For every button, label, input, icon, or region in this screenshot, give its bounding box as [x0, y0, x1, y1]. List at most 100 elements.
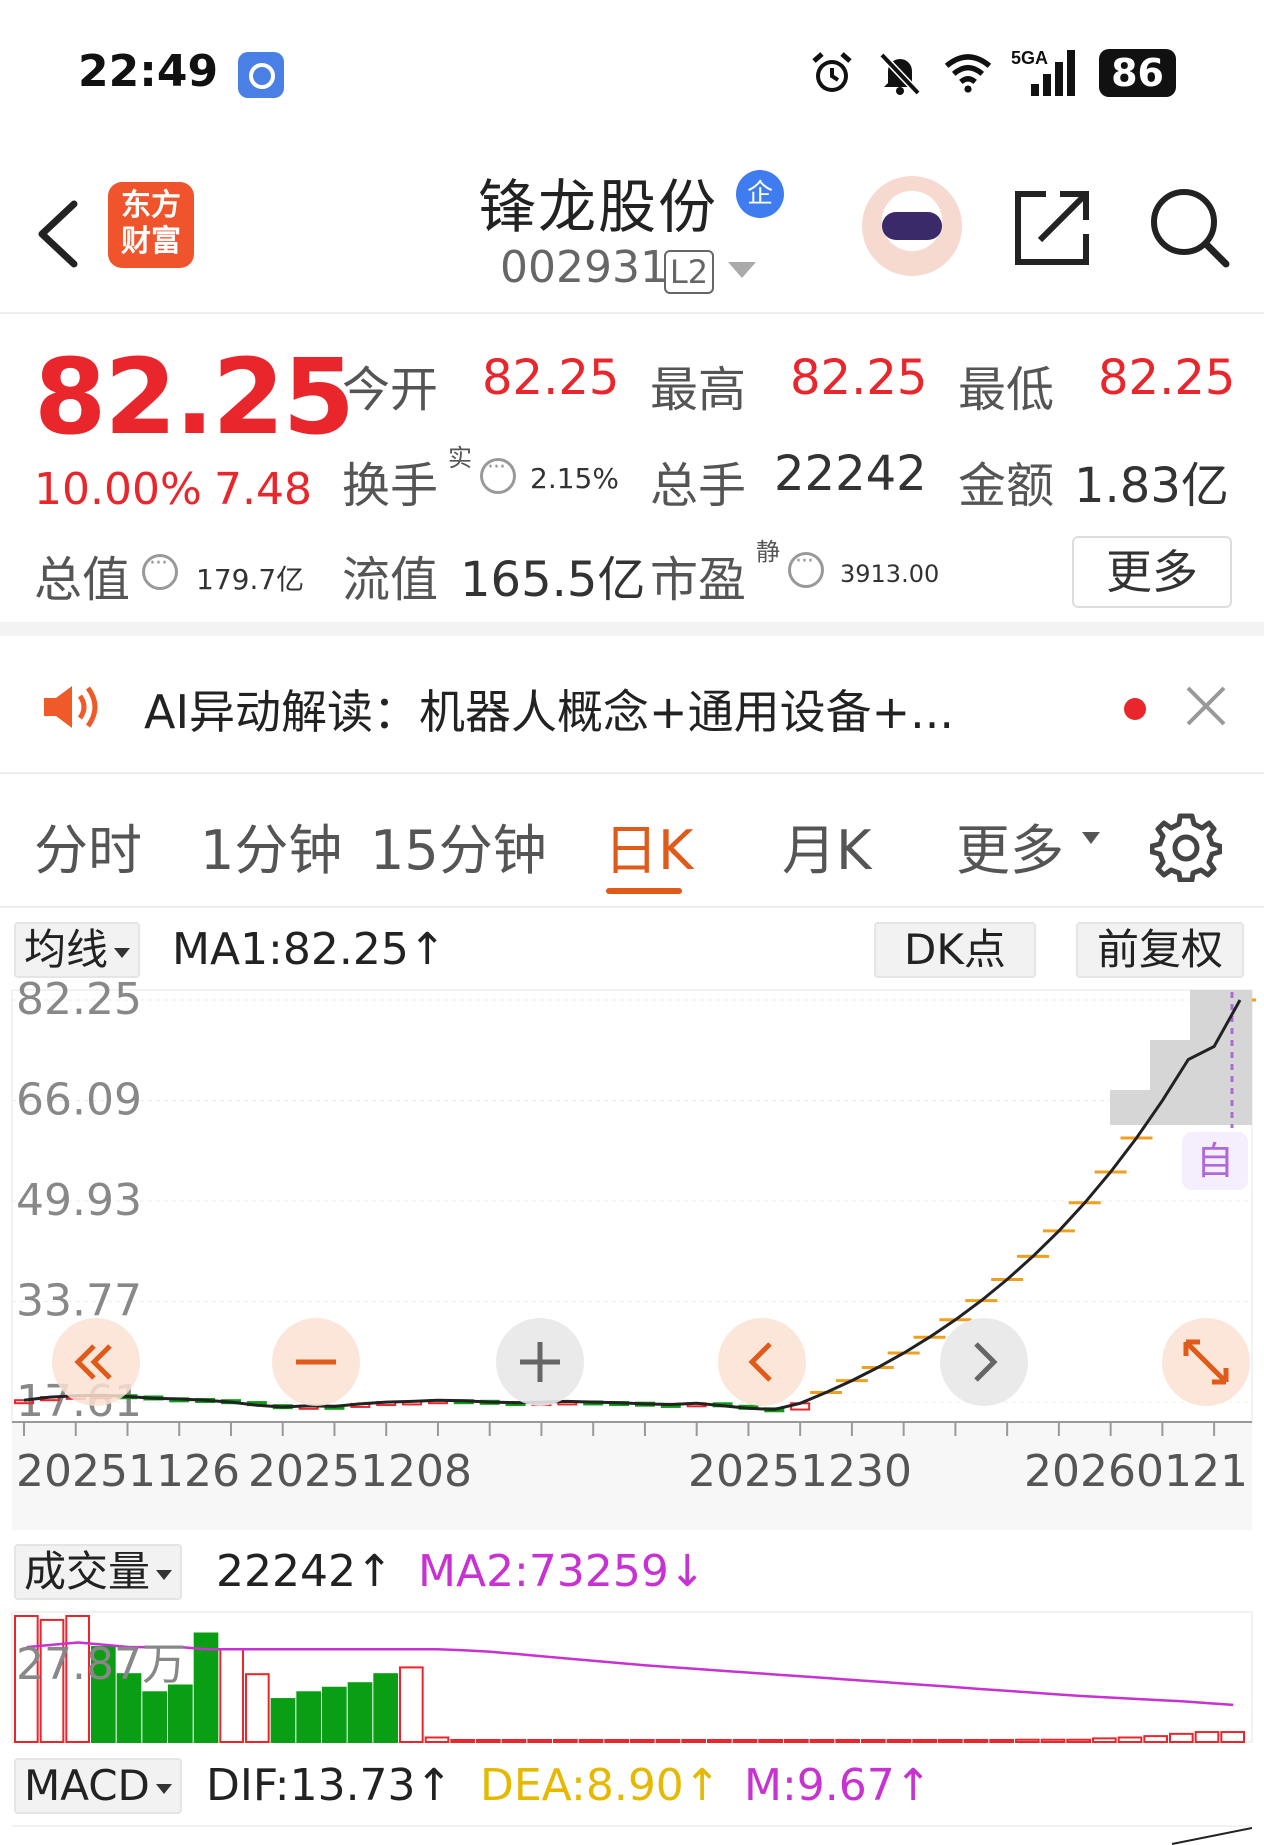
tab-monthly-k[interactable]: 月K	[782, 806, 871, 885]
fullscreen-button[interactable]	[1162, 1318, 1250, 1406]
alarm-icon	[807, 48, 857, 98]
ma-selector-label: 均线	[24, 925, 109, 974]
turnover-info-icon[interactable]	[480, 455, 516, 494]
candle	[738, 1404, 759, 1410]
gear-icon[interactable]	[1150, 810, 1222, 882]
macd-selector[interactable]: MACD	[14, 1758, 182, 1814]
candle	[169, 1397, 190, 1403]
stock-header: 东方 财富 锋龙股份 企 002931 L2	[0, 150, 1264, 314]
active-tab-indicator	[606, 888, 682, 894]
market-cap-label: 总值	[34, 552, 131, 608]
zoom-in-button[interactable]	[496, 1318, 584, 1406]
volume-bar	[476, 1739, 501, 1743]
ai-assistant-avatar[interactable]	[862, 176, 962, 276]
ai-news-banner[interactable]: AI异动解读：机器人概念+通用设备+...	[0, 636, 1264, 774]
turnover-value: 2.15%	[530, 462, 619, 495]
volume-bar	[245, 1673, 270, 1744]
volume-bar	[553, 1739, 578, 1743]
candle	[453, 1399, 474, 1405]
x-tick-label: 20251208	[248, 1446, 472, 1497]
volume-bar	[1143, 1735, 1169, 1743]
back-arrow-icon[interactable]	[30, 194, 90, 274]
x-tick-label: 20260121	[1024, 1446, 1248, 1497]
turnover-realtime-mark: 实	[448, 444, 472, 472]
volume-bar	[732, 1739, 758, 1743]
adjust-button[interactable]: 前复权	[1076, 922, 1244, 978]
candle	[764, 1407, 785, 1413]
zoom-out-button[interactable]	[272, 1318, 360, 1406]
kline-indicator-bar: 均线 MA1:82.25↑ DK点 前复权	[14, 918, 1250, 978]
volume-ma2: MA2:73259↓	[418, 1546, 706, 1597]
dk-label: DK点	[904, 925, 1006, 974]
low-label: 最低	[958, 362, 1055, 418]
volume-bar	[1015, 1738, 1040, 1743]
app-logo[interactable]: 东方 财富	[108, 182, 194, 268]
tab-1min[interactable]: 1分钟	[200, 806, 342, 885]
tab-more[interactable]: 更多	[956, 806, 1064, 885]
candle	[14, 1399, 34, 1405]
volume-bar	[296, 1691, 322, 1744]
tab-daily-k[interactable]: 日K	[604, 806, 693, 885]
volume-bar	[758, 1739, 783, 1743]
amount-value: 1.83亿	[1074, 458, 1229, 514]
volume-bar	[270, 1698, 296, 1743]
candle	[634, 1401, 655, 1407]
volume-bar	[347, 1682, 373, 1744]
step-forward-button[interactable]	[940, 1318, 1028, 1406]
search-icon[interactable]	[1146, 184, 1230, 268]
open-value: 82.25	[482, 350, 620, 406]
notification-app-icon	[238, 52, 284, 98]
chevron-left-icon	[748, 1342, 772, 1382]
volume-bar	[835, 1739, 860, 1743]
volume-selector[interactable]: 成交量	[14, 1544, 183, 1600]
pe-info-icon[interactable]	[788, 549, 824, 588]
volume-bar	[809, 1739, 835, 1743]
high-value: 82.25	[790, 350, 928, 406]
volume-bar	[681, 1739, 706, 1743]
share-icon[interactable]	[1010, 186, 1094, 270]
tab-intraday[interactable]: 分时	[34, 806, 142, 885]
candle	[298, 1404, 319, 1410]
plus-icon	[520, 1342, 560, 1382]
float-cap-value: 165.5亿	[460, 552, 646, 608]
volume-y-label: 27.87万	[16, 1639, 186, 1690]
volume-label: 总手	[650, 458, 747, 514]
rewind-button[interactable]	[52, 1318, 140, 1406]
limit-up-zone	[1110, 1090, 1252, 1125]
change-amount: 7.48	[214, 464, 312, 515]
market-cap-info-icon[interactable]	[142, 551, 178, 590]
y-tick-label: 66.09	[16, 1075, 142, 1126]
volume-bar	[886, 1739, 912, 1743]
step-back-button[interactable]	[718, 1318, 806, 1406]
volume-selector-label: 成交量	[24, 1547, 151, 1596]
ma1-line	[23, 999, 1242, 1412]
volume-indicator-bar: 成交量 22242↑ MA2:73259↓	[14, 1540, 1250, 1600]
close-icon[interactable]	[1184, 684, 1228, 728]
volume-bar	[655, 1739, 681, 1743]
volume-bar	[861, 1739, 886, 1743]
volume-ma2-line	[26, 1641, 1234, 1707]
tab-15min[interactable]: 15分钟	[370, 806, 547, 885]
candle	[609, 1401, 630, 1407]
logo-line-1: 东方	[121, 188, 181, 223]
volume-value: 22242↑	[216, 1546, 393, 1597]
ma-selector[interactable]: 均线	[14, 922, 141, 978]
volume-bar	[912, 1739, 937, 1743]
status-icons: 5GA 86	[807, 48, 1176, 98]
stock-code[interactable]: 002931	[500, 242, 668, 293]
quote-panel: 82.25 10.00% 7.48 今开 82.25 最高 82.25 最低 8…	[0, 316, 1264, 636]
dk-points-button[interactable]: DK点	[874, 922, 1036, 978]
more-quote-button[interactable]: 更多	[1072, 536, 1232, 608]
kline-chart-background	[12, 990, 1252, 1530]
volume-bar	[963, 1739, 989, 1743]
news-text[interactable]: AI异动解读：机器人概念+通用设备+...	[144, 676, 954, 742]
change-percent: 10.00%	[34, 464, 202, 515]
candle	[143, 1395, 164, 1401]
chevron-down-icon[interactable]	[728, 262, 756, 278]
macd-dea: DEA:8.90↑	[480, 1760, 721, 1811]
expand-icon	[1183, 1339, 1229, 1385]
auto-marker-badge[interactable]: 自	[1182, 1132, 1248, 1190]
status-bar: 22:49 5GA 86	[0, 0, 1264, 150]
volume-bar	[1169, 1732, 1194, 1743]
period-tabs: 分时 1分钟 15分钟 日K 月K 更多	[0, 776, 1264, 908]
